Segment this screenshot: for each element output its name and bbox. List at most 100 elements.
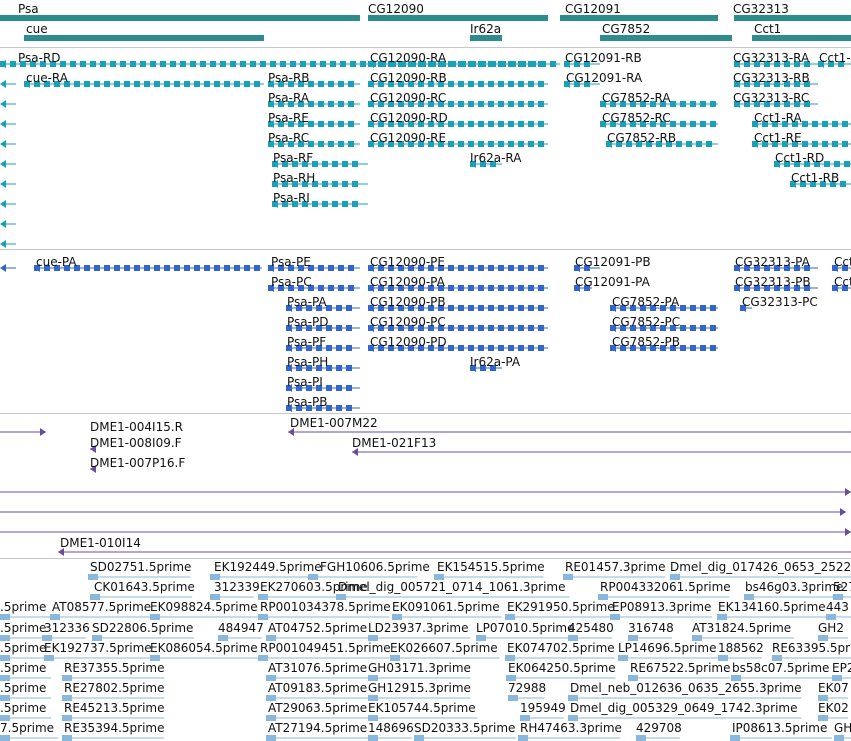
transcript-label: CG7852-PA [612, 295, 680, 309]
transcript-label: CG12090-PA [370, 275, 445, 289]
rna-psa-rd-exon [140, 61, 146, 67]
gene-cue[interactable] [24, 35, 264, 41]
rna-cg12090-rd-exon [538, 121, 544, 127]
protein-cg12090-pd-exon [488, 345, 494, 351]
est-429708[interactable] [636, 735, 646, 741]
protein-cg12090-pb-exon [488, 305, 494, 311]
rna-cct1-ra-exon [802, 121, 808, 127]
protein-cg12090-pd-exon [448, 345, 454, 351]
rna-cct1-rb-exon [840, 181, 846, 187]
est-ek134160-5prime[interactable] [717, 614, 727, 620]
est-7-5prime[interactable] [0, 735, 10, 741]
rna-cue-ra-exon [214, 81, 220, 87]
rna-cg12090-rd-exon [468, 121, 474, 127]
rna-cue-ra-exon [114, 81, 120, 87]
clone-dme1-004i15-r[interactable] [0, 428, 46, 436]
protein-cg12090-pe-exon [498, 265, 504, 271]
est-ek291950-5prime[interactable] [505, 614, 515, 620]
est-label: 148696 [368, 721, 414, 735]
transcript-label: CG32313-PC [742, 295, 818, 309]
rna-cg7852-rb-exon [706, 141, 712, 147]
est-label: CK01643.5prime [94, 580, 195, 594]
transcript-label: Psa-PI [287, 375, 323, 389]
gene-psa[interactable] [0, 15, 360, 21]
clone-label: DME1-021F13 [352, 436, 437, 450]
gene-label: CG12090 [368, 2, 424, 16]
rna-psa-rh-exon [352, 181, 358, 187]
protein-cue-pa-exon [114, 265, 120, 271]
rna-psa-rd-exon [150, 61, 156, 67]
protein-cue-pa-exon [244, 265, 250, 271]
rna-cg7852-rb-exon [686, 141, 692, 147]
rna-psa-rc-exon [318, 141, 324, 147]
est-rp001034378-5prime[interactable] [258, 614, 268, 620]
protein-cg12090-pd-exon [478, 345, 484, 351]
rna-cg12090-re-exon [448, 141, 454, 147]
protein-psa-pf-exon [346, 345, 352, 351]
est-re35394-5prime[interactable] [62, 735, 72, 741]
rna-psa-rd-exon [330, 61, 336, 67]
protein-cue-pa-exon [184, 265, 190, 271]
est-sd20333-5prime[interactable] [414, 735, 424, 741]
transcript-label: Psa-RI [273, 191, 310, 205]
gene-label: CG12091 [565, 2, 621, 16]
est-gh6[interactable] [834, 735, 844, 741]
est-label: 443 [826, 600, 849, 614]
protein-psa-pe-exon [338, 265, 344, 271]
est-ek091061-5prime[interactable] [392, 614, 402, 620]
rna-psa-rd-exon [90, 61, 96, 67]
est-72988[interactable] [508, 695, 518, 701]
est-lp14696-5prime[interactable] [618, 655, 628, 661]
est-at08577-5prime[interactable] [50, 614, 60, 620]
rna-cue-ra-exon [154, 81, 160, 87]
clone-unlabeled[interactable] [0, 488, 851, 496]
est-label: RE67522.5prime [630, 661, 731, 675]
est-148696[interactable] [368, 735, 378, 741]
est-label: .5prime [0, 641, 47, 655]
est-label: RE35394.5prime [64, 721, 165, 735]
protein-cg12090-pe-exon [538, 265, 544, 271]
protein-cg12090-pa-exon [528, 285, 534, 291]
est-443[interactable] [826, 614, 836, 620]
est-label: AT08577.5prime [52, 600, 152, 614]
transcript-label: CG12090-RB [370, 71, 447, 85]
est-rh47463-3prime[interactable] [518, 735, 528, 741]
est-ek098824-5prime[interactable] [150, 614, 160, 620]
transcript-label: Cct1-RE [754, 131, 802, 145]
rna-psa-rc-exon [348, 141, 354, 147]
gene-label: CG32313 [733, 2, 789, 16]
clone-unlabeled[interactable] [0, 528, 851, 536]
clone-dme1-010i14[interactable] [58, 548, 851, 556]
est-label: EK091061.5prime [392, 600, 500, 614]
protein-cg12090-pb-exon [498, 305, 504, 311]
est-label: AT31824.5prime [692, 621, 792, 635]
rna-cct1-re-exon [812, 141, 818, 147]
protein-cg12090-pc-exon [478, 325, 484, 331]
est-ep08913-3prime[interactable] [610, 614, 620, 620]
rna-cg12090-rd-exon [518, 121, 524, 127]
clone-unlabeled[interactable] [0, 508, 846, 516]
est-ip08613-5prime[interactable] [730, 735, 740, 741]
protein-cg7852-pb-exon [700, 345, 706, 351]
rna-cct1-rd-exon [834, 161, 840, 167]
protein-cg12090-pc-exon [488, 325, 494, 331]
transcript-label: CG32313-RC [733, 91, 810, 105]
est-at27194-5prime[interactable] [266, 735, 276, 741]
rna-psa-rh-exon [332, 181, 338, 187]
rna-psa-rd-exon [160, 61, 166, 67]
rna-psa-ri-exon [322, 201, 328, 207]
transcript-label: cue-PA [36, 255, 77, 269]
rna-psa-ra-exon [348, 101, 354, 107]
est-rp001049451-5prime[interactable] [258, 655, 268, 661]
rna-cg12090-re-exon [488, 141, 494, 147]
protein-cg7852-pb-exon [710, 345, 716, 351]
est-label: EK098824.5prime [150, 600, 258, 614]
track-separator [0, 413, 851, 414]
rna-psa-rd-exon [220, 61, 226, 67]
rna-psa-rd-exon [270, 61, 276, 67]
protein-cg12090-pa-exon [468, 285, 474, 291]
gene-label: cue [26, 22, 48, 36]
protein-cue-pa-exon [94, 265, 100, 271]
est-5prime[interactable] [0, 614, 10, 620]
transcript-label: Psa-RF [273, 151, 314, 165]
